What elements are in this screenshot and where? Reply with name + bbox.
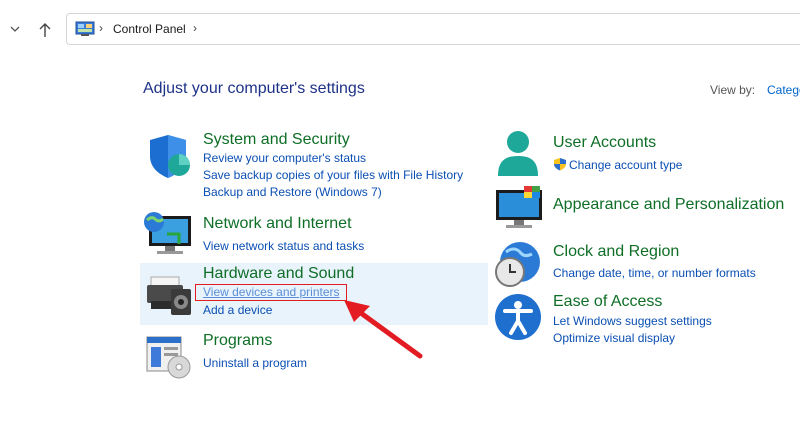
category-network-internet[interactable]: Network and Internet [203,215,352,233]
breadcrumb-control-panel[interactable]: Control Panel [113,22,186,36]
control-panel-icon [75,21,95,36]
shield-icon[interactable] [146,134,192,180]
link-add-device[interactable]: Add a device [203,303,272,317]
uac-shield-icon [554,158,566,171]
link-change-account-type[interactable]: Change account type [569,158,682,172]
navigation-toolbar: › Control Panel › [0,0,800,60]
accessibility-icon[interactable] [494,293,542,341]
category-system-security[interactable]: System and Security [203,131,350,149]
clock-globe-icon[interactable] [494,240,542,288]
link-network-status[interactable]: View network status and tasks [203,239,364,253]
view-by-dropdown[interactable]: Category [767,83,800,97]
breadcrumb-separator[interactable]: › [99,21,103,35]
link-optimize-display[interactable]: Optimize visual display [553,331,675,345]
link-review-status[interactable]: Review your computer's status [203,151,366,165]
category-appearance[interactable]: Appearance and Personalization [553,196,784,214]
category-programs[interactable]: Programs [203,332,272,350]
link-change-date-time[interactable]: Change date, time, or number formats [553,266,756,280]
chevron-down-icon[interactable] [8,22,22,36]
view-by-label: View by: [710,83,756,97]
annotation-red-box [195,284,347,301]
programs-icon[interactable] [145,335,193,379]
link-backup-restore[interactable]: Backup and Restore (Windows 7) [203,185,382,199]
monitor-icon[interactable] [494,186,544,230]
category-user-accounts[interactable]: User Accounts [553,134,656,152]
link-file-history[interactable]: Save backup copies of your files with Fi… [203,168,463,182]
printer-icon[interactable] [145,275,193,317]
up-arrow-icon[interactable] [36,20,54,40]
page-title: Adjust your computer's settings [143,80,365,97]
network-icon[interactable] [143,210,193,256]
category-clock-region[interactable]: Clock and Region [553,243,679,261]
link-windows-suggest[interactable]: Let Windows suggest settings [553,314,712,328]
category-ease-of-access[interactable]: Ease of Access [553,293,662,311]
breadcrumb-separator[interactable]: › [193,21,197,35]
annotation-arrow [344,300,423,359]
user-icon[interactable] [496,130,540,178]
link-uninstall-program[interactable]: Uninstall a program [203,356,307,370]
address-bar[interactable]: › Control Panel › [66,13,800,45]
category-hardware-sound[interactable]: Hardware and Sound [203,265,354,283]
